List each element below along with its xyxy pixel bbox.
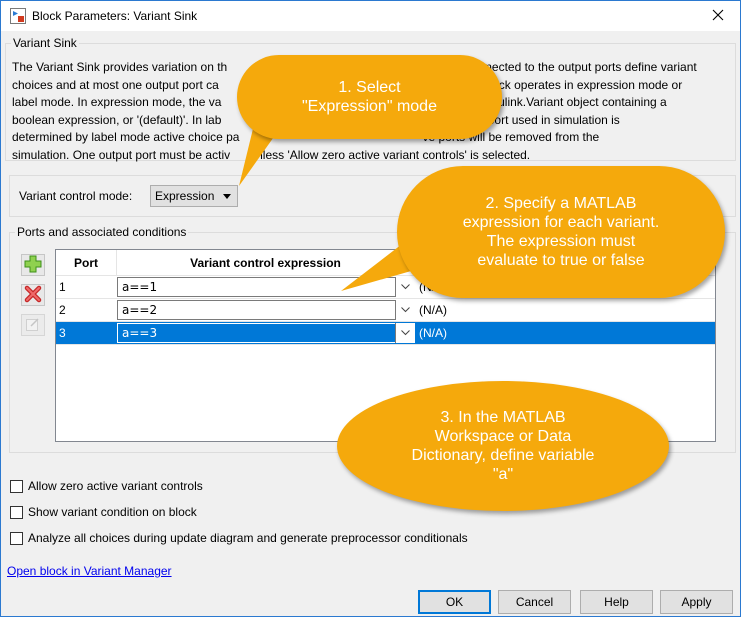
- callout-select-expression-mode: 1. Select "Expression" mode: [237, 55, 502, 139]
- callout-text-line: Dictionary, define variable: [411, 447, 595, 464]
- show-variant-condition-label[interactable]: Show variant condition on block: [28, 505, 197, 519]
- table-row[interactable]: 2 a==2 (N/A): [56, 299, 715, 322]
- analyze-all-choices-checkbox[interactable]: [10, 532, 23, 545]
- expression-value: a==1: [122, 280, 158, 294]
- callout-text-line: 2. Specify a MATLAB: [485, 195, 637, 212]
- dialog-window: Block Parameters: Variant Sink Variant S…: [0, 0, 741, 617]
- chevron-down-icon: [401, 330, 410, 336]
- allow-zero-active-checkbox[interactable]: [10, 480, 23, 493]
- port-number: 2: [59, 303, 66, 317]
- callout-text-line: expression for each variant.: [462, 214, 660, 231]
- dropdown-arrow-icon: [223, 194, 231, 199]
- port-number: 3: [59, 326, 66, 340]
- variant-control-mode-label: Variant control mode:: [19, 189, 133, 203]
- text-selection-highlight: [120, 326, 396, 340]
- apply-button[interactable]: Apply: [660, 590, 733, 614]
- show-variant-condition-checkbox[interactable]: [10, 506, 23, 519]
- callout-text-line: "Expression" mode: [302, 98, 437, 115]
- delete-x-icon: [24, 285, 42, 306]
- callout-text-line: 1. Select: [338, 79, 401, 96]
- variant-control-mode-select[interactable]: Expression: [150, 185, 238, 207]
- expression-value: a==2: [122, 303, 158, 317]
- callout-text-line: evaluate to true or false: [477, 252, 645, 269]
- callout-text-line: The expression must: [486, 233, 636, 250]
- edit-icon: [25, 316, 41, 335]
- analyze-all-choices-label[interactable]: Analyze all choices during update diagra…: [28, 531, 468, 545]
- ok-button[interactable]: OK: [418, 590, 491, 614]
- add-port-button[interactable]: [21, 254, 45, 276]
- simulink-block-icon: [10, 8, 26, 24]
- open-variant-manager-link[interactable]: Open block in Variant Manager: [7, 564, 172, 578]
- allow-zero-active-label[interactable]: Allow zero active variant controls: [28, 479, 203, 493]
- close-button[interactable]: [696, 1, 740, 31]
- close-icon: [712, 9, 724, 24]
- help-button[interactable]: Help: [580, 590, 653, 614]
- title-bar: Block Parameters: Variant Sink: [1, 1, 740, 31]
- callout-specify-expression: 2. Specify a MATLAB expression for each …: [397, 166, 725, 298]
- description-line: simulation. One output port must be acti…: [12, 147, 531, 162]
- callout-text-line: "a": [492, 466, 514, 483]
- expression-input[interactable]: a==2: [117, 300, 415, 320]
- callout-text-line: 3. In the MATLAB: [440, 409, 566, 426]
- plus-icon: [24, 255, 42, 276]
- description-group-label: Variant Sink: [11, 36, 79, 50]
- expression-input[interactable]: a==3: [117, 323, 415, 343]
- window-title: Block Parameters: Variant Sink: [32, 9, 198, 23]
- column-header-port[interactable]: Port: [56, 250, 117, 276]
- variant-control-mode-value: Expression: [155, 189, 215, 203]
- cancel-button[interactable]: Cancel: [498, 590, 571, 614]
- condition-value: (N/A): [419, 326, 447, 340]
- edit-port-button[interactable]: [21, 314, 45, 336]
- table-row-selected[interactable]: 3 a==3 (N/A): [56, 322, 715, 345]
- port-number: 1: [59, 280, 66, 294]
- callout-define-variable: 3. In the MATLAB Workspace or Data Dicti…: [337, 381, 669, 511]
- ports-group-label: Ports and associated conditions: [15, 225, 189, 239]
- delete-port-button[interactable]: [21, 284, 45, 306]
- chevron-down-icon: [401, 307, 410, 313]
- expression-dropdown-button[interactable]: [395, 323, 415, 343]
- expression-dropdown-button[interactable]: [395, 300, 415, 320]
- expression-value: a==3: [122, 326, 158, 340]
- condition-value: (N/A): [419, 303, 447, 317]
- callout-text-line: Workspace or Data: [434, 428, 572, 445]
